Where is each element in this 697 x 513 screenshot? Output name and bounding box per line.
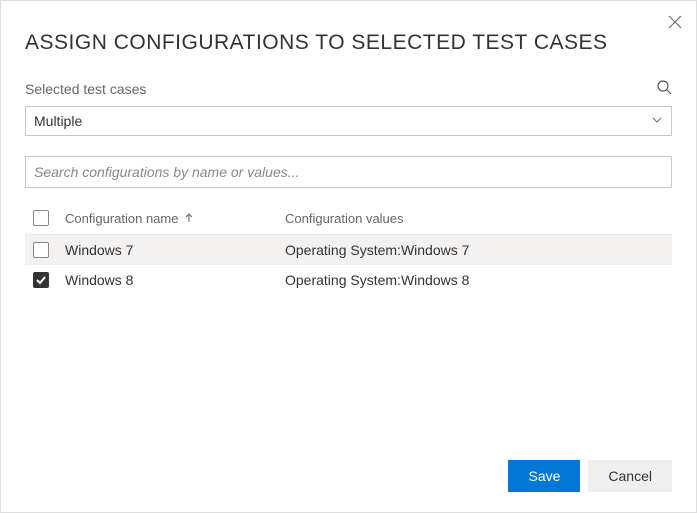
close-icon[interactable] <box>668 15 682 34</box>
search-icon[interactable] <box>656 79 672 98</box>
dialog-footer: Save Cancel <box>25 444 672 492</box>
dialog-title: ASSIGN CONFIGURATIONS TO SELECTED TEST C… <box>25 31 672 55</box>
table-header: Configuration name Configuration values <box>25 202 672 235</box>
chevron-down-icon <box>651 113 663 129</box>
column-header-values[interactable]: Configuration values <box>285 211 668 226</box>
row-checkbox[interactable] <box>33 272 49 288</box>
select-all-checkbox[interactable] <box>33 210 49 226</box>
table-row[interactable]: Windows 8 Operating System:Windows 8 <box>25 265 672 295</box>
assign-configurations-dialog: ASSIGN CONFIGURATIONS TO SELECTED TEST C… <box>1 1 696 512</box>
sort-ascending-icon <box>184 211 194 226</box>
selected-test-cases-row: Selected test cases <box>25 79 672 98</box>
config-values: Operating System:Windows 7 <box>285 242 668 258</box>
config-name: Windows 8 <box>65 272 285 288</box>
search-input[interactable] <box>34 164 663 180</box>
column-header-name[interactable]: Configuration name <box>65 211 285 226</box>
selected-test-cases-label: Selected test cases <box>25 81 146 97</box>
config-name: Windows 7 <box>65 242 285 258</box>
config-values: Operating System:Windows 8 <box>285 272 668 288</box>
configurations-table: Configuration name Configuration values … <box>25 202 672 444</box>
dropdown-value: Multiple <box>34 113 82 129</box>
table-row[interactable]: Windows 7 Operating System:Windows 7 <box>25 235 672 265</box>
row-checkbox[interactable] <box>33 242 49 258</box>
cancel-button[interactable]: Cancel <box>588 460 672 492</box>
test-cases-dropdown[interactable]: Multiple <box>25 106 672 136</box>
save-button[interactable]: Save <box>508 460 580 492</box>
search-box[interactable] <box>25 156 672 188</box>
